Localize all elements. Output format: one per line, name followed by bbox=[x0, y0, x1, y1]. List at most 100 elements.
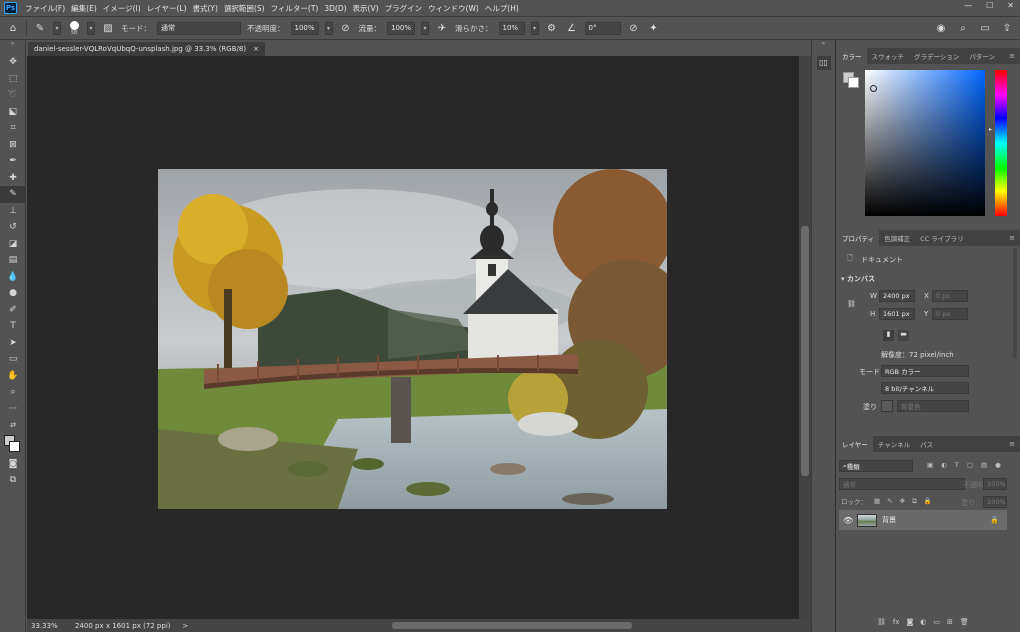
tab-swatches[interactable]: スウォッチ bbox=[867, 48, 910, 64]
hand-tool-icon[interactable]: ✋ bbox=[0, 368, 26, 385]
tab-libraries[interactable]: CC ライブラリ bbox=[915, 230, 969, 246]
dock-collapse-icon[interactable]: « bbox=[812, 40, 835, 52]
y-field[interactable]: 0 px bbox=[932, 308, 968, 320]
menu-select[interactable]: 選択範囲(S) bbox=[221, 3, 268, 14]
lock-image-icon[interactable]: ✎ bbox=[887, 497, 892, 505]
panel-menu-icon[interactable]: ≡ bbox=[1009, 234, 1015, 242]
blend-mode-select[interactable]: 通常 bbox=[839, 478, 965, 490]
brush-tool-icon[interactable]: ✎ bbox=[33, 21, 47, 35]
vertical-scrollbar[interactable] bbox=[799, 56, 811, 619]
move-tool-icon[interactable]: ✥ bbox=[0, 54, 26, 71]
adjustment-layer-icon[interactable]: ◐ bbox=[920, 618, 926, 626]
layer-lock-icon[interactable]: 🔒 bbox=[990, 516, 999, 524]
maximize-button[interactable]: ☐ bbox=[986, 1, 993, 10]
lock-artboard-icon[interactable]: ⧉ bbox=[912, 497, 917, 506]
new-layer-icon[interactable]: ⊞ bbox=[947, 618, 953, 626]
new-group-icon[interactable]: ▭ bbox=[933, 618, 940, 626]
color-swatches[interactable] bbox=[0, 434, 26, 456]
tab-color[interactable]: カラー bbox=[837, 48, 867, 64]
rectangle-tool-icon[interactable]: ▭ bbox=[0, 351, 26, 368]
crop-tool-icon[interactable]: ⌗ bbox=[0, 120, 26, 137]
tool-preset-dropdown[interactable]: ▾ bbox=[53, 21, 61, 35]
gear-icon[interactable]: ⚙ bbox=[545, 21, 559, 35]
filter-toggle-icon[interactable]: ● bbox=[995, 461, 1001, 469]
landscape-icon[interactable]: ▬ bbox=[898, 330, 909, 341]
filter-pixel-icon[interactable]: ▣ bbox=[927, 461, 933, 469]
healing-brush-tool-icon[interactable]: ✚ bbox=[0, 170, 26, 187]
brush-tool-icon[interactable]: ✎ bbox=[0, 186, 26, 203]
filter-type-icon[interactable]: T bbox=[955, 461, 959, 469]
path-select-tool-icon[interactable]: ➤ bbox=[0, 335, 26, 352]
pen-tool-icon[interactable]: ✐ bbox=[0, 302, 26, 319]
opacity-dropdown[interactable]: ▾ bbox=[324, 21, 333, 35]
lock-position-icon[interactable]: ✥ bbox=[900, 497, 905, 505]
menu-type[interactable]: 書式(Y) bbox=[190, 3, 221, 14]
width-field[interactable]: 2400 px bbox=[879, 290, 915, 302]
hue-slider-arrow-icon[interactable]: ▸ bbox=[989, 126, 992, 133]
history-brush-tool-icon[interactable]: ↺ bbox=[0, 219, 26, 236]
link-layers-icon[interactable]: ⛓ bbox=[877, 618, 886, 626]
fill-select[interactable]: 背景色 bbox=[897, 400, 969, 412]
panel-menu-icon[interactable]: ≡ bbox=[1009, 52, 1015, 60]
tab-paths[interactable]: パス bbox=[915, 436, 938, 452]
status-menu-arrow[interactable]: > bbox=[183, 622, 189, 630]
mode-select[interactable]: 通常 bbox=[157, 21, 241, 35]
pressure-opacity-icon[interactable]: ⊘ bbox=[339, 21, 353, 35]
swap-colors-icon[interactable]: ⇄ bbox=[0, 417, 26, 434]
background-swatch[interactable] bbox=[848, 77, 859, 88]
properties-scrollbar[interactable] bbox=[1013, 248, 1017, 358]
close-window-button[interactable]: ✕ bbox=[1007, 1, 1014, 10]
menu-image[interactable]: イメージ(I) bbox=[100, 3, 144, 14]
tab-patterns[interactable]: パターン bbox=[964, 48, 1000, 64]
zoom-tool-icon[interactable]: ⌕ bbox=[0, 384, 26, 401]
lasso-tool-icon[interactable]: ➰ bbox=[0, 87, 26, 104]
opacity-field[interactable]: 100% bbox=[290, 21, 319, 35]
filter-adjustment-icon[interactable]: ◐ bbox=[941, 461, 947, 469]
more-tools-icon[interactable]: ··· bbox=[0, 401, 26, 418]
pressure-size-icon[interactable]: ⊘ bbox=[627, 21, 641, 35]
tab-channels[interactable]: チャンネル bbox=[873, 436, 915, 452]
vertical-scroll-thumb[interactable] bbox=[801, 226, 809, 476]
brush-size-dropdown[interactable]: ▾ bbox=[87, 21, 95, 35]
airbrush-icon[interactable]: ✈ bbox=[435, 21, 449, 35]
dodge-tool-icon[interactable]: ● bbox=[0, 285, 26, 302]
filter-shape-icon[interactable]: ▢ bbox=[967, 461, 973, 469]
menu-3d[interactable]: 3D(D) bbox=[321, 4, 349, 13]
menu-filter[interactable]: フィルター(T) bbox=[268, 3, 322, 14]
horizontal-scroll-thumb[interactable] bbox=[392, 622, 632, 629]
x-field[interactable]: 0 px bbox=[932, 290, 968, 302]
zoom-level[interactable]: 33.33% bbox=[31, 622, 69, 630]
blur-tool-icon[interactable]: 💧 bbox=[0, 269, 26, 286]
brush-size-picker[interactable]: 58 bbox=[67, 20, 81, 36]
screen-mode-icon[interactable]: ⧉ bbox=[0, 472, 26, 489]
frame-tool-icon[interactable]: ⊠ bbox=[0, 137, 26, 154]
minimize-button[interactable]: — bbox=[964, 1, 972, 10]
menu-file[interactable]: ファイル(F) bbox=[22, 3, 68, 14]
visibility-eye-icon[interactable]: 👁 bbox=[843, 516, 853, 525]
lock-transparent-icon[interactable]: ▦ bbox=[874, 497, 880, 505]
menu-help[interactable]: ヘルプ(H) bbox=[482, 3, 522, 14]
link-icon[interactable]: ⛓ bbox=[847, 300, 856, 308]
tab-properties[interactable]: プロパティ bbox=[837, 230, 880, 246]
color-picker-field[interactable] bbox=[865, 70, 985, 216]
workspace-icon[interactable]: ▭ bbox=[978, 21, 992, 35]
eyedropper-tool-icon[interactable]: ✒ bbox=[0, 153, 26, 170]
layer-filter-select[interactable]: ⌕ 種類 bbox=[839, 460, 913, 472]
angle-field[interactable]: 0° bbox=[584, 21, 621, 35]
add-mask-icon[interactable]: ◙ bbox=[907, 618, 914, 626]
home-icon[interactable]: ⌂ bbox=[6, 21, 20, 35]
photoshop-logo[interactable]: Ps bbox=[4, 2, 17, 14]
hue-slider[interactable] bbox=[995, 70, 1007, 216]
tab-adjustments[interactable]: 色調補正 bbox=[879, 230, 915, 246]
learn-icon[interactable]: ◉ bbox=[934, 21, 948, 35]
bit-depth-select[interactable]: 8 bit/チャンネル bbox=[881, 382, 969, 394]
tab-layers[interactable]: レイヤー bbox=[837, 436, 873, 452]
marquee-tool-icon[interactable]: ⬚ bbox=[0, 71, 26, 88]
flow-field[interactable]: 100% bbox=[387, 21, 415, 35]
filter-smart-object-icon[interactable]: ▤ bbox=[981, 461, 987, 469]
color-cursor[interactable] bbox=[870, 85, 877, 92]
layer-row[interactable]: 👁 背景 🔒 bbox=[839, 510, 1007, 530]
menu-window[interactable]: ウィンドウ(W) bbox=[425, 3, 482, 14]
clone-stamp-tool-icon[interactable]: ⊥ bbox=[0, 203, 26, 220]
canvas-section-title[interactable]: ▾ カンバス bbox=[841, 274, 875, 284]
